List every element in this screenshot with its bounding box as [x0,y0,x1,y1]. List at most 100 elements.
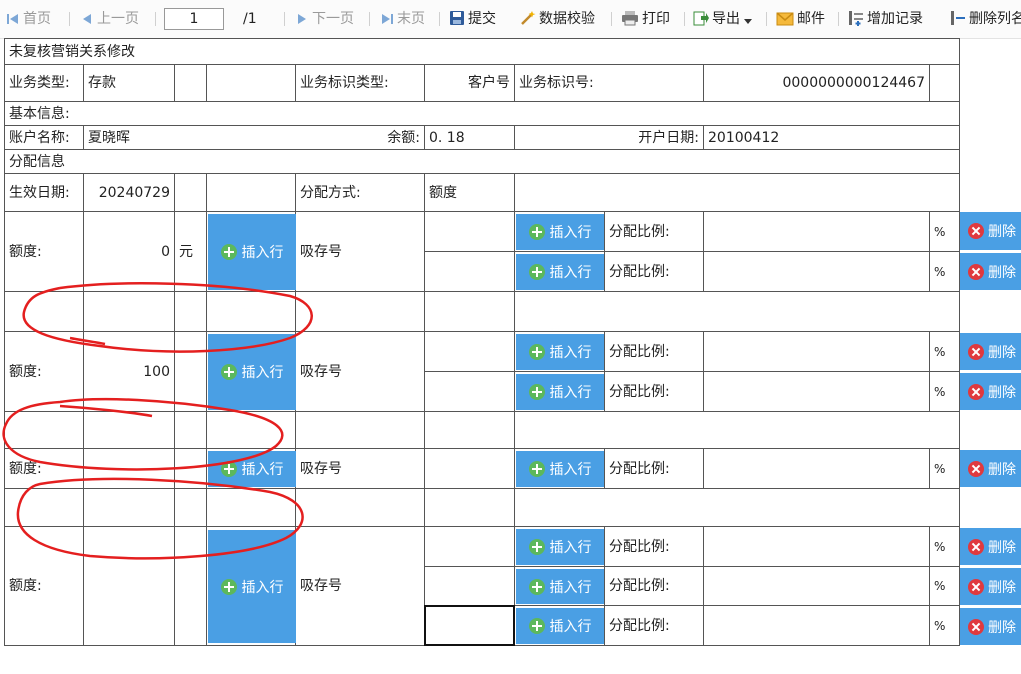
absorb-no-input[interactable] [425,449,515,489]
insert-row-button[interactable]: 插入行 [208,334,296,410]
empty-cell [5,292,84,332]
quota-label: 额度: [5,527,84,646]
insert-row-button[interactable]: 插入行 [208,530,296,643]
last-page-button[interactable]: 末页 [380,9,425,29]
ratio-label: 分配比例: [605,252,704,292]
plus-icon [528,539,545,555]
delete-row-button[interactable]: 删除 [960,253,1021,290]
insert-sub-row-button[interactable]: 插入行 [516,214,604,250]
absorb-no-input-selected[interactable] [424,605,515,646]
next-page-icon [298,14,306,24]
delete-row-button[interactable]: 删除 [960,528,1021,565]
absorb-no-label: 吸存号 [296,449,425,489]
plus-icon [528,384,545,400]
first-page-button[interactable]: 首页 [6,9,51,29]
absorb-no-input[interactable] [425,527,515,567]
delete-column-icon [951,11,965,25]
insert-sub-row-button[interactable]: 插入行 [516,608,604,644]
next-page-button[interactable]: 下一页 [295,9,354,29]
plus-icon [528,578,545,595]
submit-button[interactable]: 提交 [449,9,496,29]
absorb-no-input[interactable] [425,567,515,606]
mail-button[interactable]: 邮件 [776,9,825,29]
last-page-icon [382,14,393,24]
delete-icon [968,263,984,280]
absorb-no-input[interactable] [425,252,515,292]
alloc-method-label: 分配方式: [296,174,425,212]
insert-sub-row-button[interactable]: 插入行 [516,451,604,487]
insert-sub-row-button[interactable]: 插入行 [516,374,604,410]
plus-icon [220,244,237,260]
toolbar-separator [369,12,370,26]
effective-date-label: 生效日期: [5,174,84,212]
ratio-input[interactable] [704,449,930,489]
plus-icon [528,618,545,634]
empty-cell [5,412,84,449]
page-number-input[interactable]: 1 [164,8,224,30]
dropdown-arrow-icon [744,19,752,24]
insert-row-button[interactable]: 插入行 [208,214,296,290]
empty-cell [930,65,960,102]
ratio-input[interactable] [704,332,930,372]
quota-label: 额度: [5,332,84,412]
balance-value: 0. 18 [425,126,515,150]
ratio-label: 分配比例: [605,372,704,412]
validate-button[interactable]: 数据校验 [520,9,595,29]
percent-unit: % [930,212,960,252]
empty-cell [175,332,207,412]
insert-sub-row-button[interactable]: 插入行 [516,254,604,290]
delete-icon [968,618,984,635]
ratio-input[interactable] [704,527,930,567]
insert-sub-row-button[interactable]: 插入行 [516,529,604,565]
empty-cell [5,489,84,527]
save-icon [450,11,464,25]
effective-date-value: 20240729 [84,174,175,212]
percent-unit: % [930,567,960,606]
insert-sub-row-button[interactable]: 插入行 [516,569,604,604]
insert-sub-row-button[interactable]: 插入行 [516,334,604,370]
insert-row-button[interactable]: 插入行 [208,451,296,487]
plus-icon [220,461,237,477]
page-total: /1 [243,11,257,27]
ratio-label: 分配比例: [605,606,704,646]
delete-icon [968,538,984,555]
print-button[interactable]: 打印 [621,9,670,29]
empty-cell [425,292,515,332]
delete-row-button[interactable]: 删除 [960,608,1021,645]
absorb-no-label: 吸存号 [296,527,425,646]
empty-cell [207,174,296,212]
ratio-input[interactable] [704,567,930,606]
empty-cell [175,412,207,449]
ratio-input[interactable] [704,606,930,646]
delete-row-button[interactable]: 删除 [960,568,1021,605]
ratio-input[interactable] [704,212,930,252]
empty-cell [175,65,207,102]
empty-cell [84,412,175,449]
ratio-label: 分配比例: [605,332,704,372]
delete-row-button[interactable]: 删除 [960,212,1021,250]
absorb-no-input[interactable] [425,332,515,372]
add-record-button[interactable]: 增加记录 [848,9,923,29]
delete-row-button[interactable]: 删除 [960,373,1021,410]
empty-cell [425,489,515,527]
account-name-label: 账户名称: [5,126,84,150]
absorb-no-label: 吸存号 [296,212,425,292]
toolbar-separator [611,12,612,26]
biz-id-label: 业务标识号: [515,65,704,102]
toolbar-separator [155,12,156,26]
ratio-input[interactable] [704,252,930,292]
add-record-icon [849,11,863,26]
delete-column-button[interactable]: 删除列名 [950,9,1021,29]
printer-icon [622,11,638,26]
export-button[interactable]: 导出 [693,9,756,29]
prev-page-button[interactable]: 上一页 [80,9,139,29]
absorb-no-input[interactable] [425,372,515,412]
quota-unit: 元 [175,212,207,292]
absorb-no-input[interactable] [425,212,515,252]
delete-row-button[interactable]: 删除 [960,333,1021,370]
percent-unit: % [930,606,960,646]
ratio-input[interactable] [704,372,930,412]
envelope-icon [776,12,794,26]
toolbar-separator [684,12,685,26]
delete-row-button[interactable]: 删除 [960,450,1021,487]
